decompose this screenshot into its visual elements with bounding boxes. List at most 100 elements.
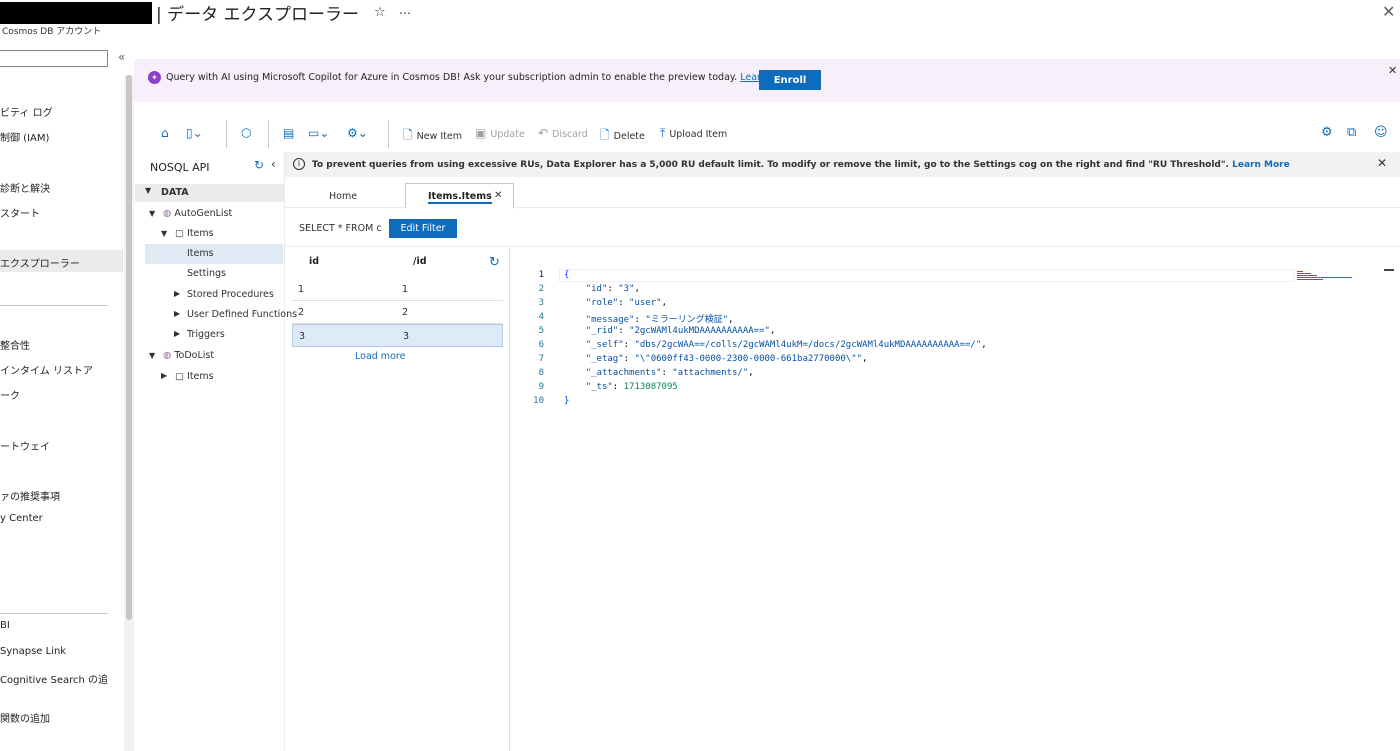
portal-nav-item[interactable]: Cognitive Search の追 xyxy=(0,671,108,686)
caret-right-icon[interactable]: ▶ xyxy=(174,289,180,298)
grid-editor-splitter[interactable] xyxy=(509,248,510,751)
nav-search-input[interactable] xyxy=(0,50,108,67)
banner-close-icon[interactable]: ✕ xyxy=(1388,64,1397,77)
tree-node-udfs[interactable]: User Defined Functions xyxy=(187,309,297,320)
new-item-label: New Item xyxy=(416,131,463,142)
caret-right-icon[interactable]: ▶ xyxy=(161,371,167,380)
portal-nav-item[interactable]: 制御 (IAM) xyxy=(0,129,49,144)
portal-nav-item[interactable]: ーク xyxy=(0,387,20,402)
tree-container-items[interactable]: ▢ Items xyxy=(175,228,214,239)
portal-nav-item[interactable]: 関数の追加 xyxy=(0,710,50,725)
data-section-header[interactable] xyxy=(135,184,284,202)
refresh-tree-icon[interactable]: ↻ xyxy=(254,158,264,172)
edit-filter-button[interactable]: Edit Filter xyxy=(389,219,457,238)
tree-database-autogenlist[interactable]: ◍ AutoGenList xyxy=(163,208,232,219)
code-line: "_attachments": "attachments/", xyxy=(585,368,754,378)
feedback-smile-icon[interactable]: ☺ xyxy=(1374,125,1388,140)
cell-partition: 3 xyxy=(403,331,410,342)
json-value: "2gcWAMl4ukMDAAAAAAAAAA==" xyxy=(629,326,770,336)
favorite-star-icon[interactable]: ☆ xyxy=(374,5,386,20)
code-line: } xyxy=(564,396,569,406)
tree-node-triggers[interactable]: Triggers xyxy=(187,329,225,340)
discard-button[interactable]: ↶ Discard xyxy=(538,126,588,140)
tab-close-icon[interactable]: ✕ xyxy=(494,190,502,201)
update-button[interactable]: ▣ Update xyxy=(475,126,525,140)
json-key: "_rid" xyxy=(585,326,619,336)
toolbar-separator xyxy=(226,120,227,148)
editor-minimap[interactable] xyxy=(1297,270,1353,282)
caret-down-icon[interactable]: ▼ xyxy=(145,186,151,195)
gears-icon: ⚙⌄ xyxy=(347,126,368,140)
portal-nav-item[interactable]: スタート xyxy=(0,205,40,220)
enroll-button[interactable]: Enroll xyxy=(759,70,821,90)
caret-down-icon[interactable]: ▼ xyxy=(149,209,155,218)
new-container-icon: ▯⌄ xyxy=(186,126,203,140)
open-full-screen-icon[interactable]: ⧉ xyxy=(1347,125,1356,140)
tab-items-label[interactable]: Items.Items xyxy=(428,191,492,204)
portal-nav-item[interactable]: BI xyxy=(0,620,10,631)
collapse-nav-icon[interactable]: « xyxy=(118,50,125,64)
refresh-documents-icon[interactable]: ↻ xyxy=(489,255,500,270)
json-key: "role" xyxy=(585,298,619,308)
table-row-selected[interactable]: 3 3 xyxy=(292,324,503,347)
more-options-icon[interactable]: … xyxy=(399,3,411,17)
code-line: "_etag": "\"0600ff43-0000-2300-0000-661b… xyxy=(585,354,868,364)
portal-nav-item[interactable]: 整合性 xyxy=(0,337,30,352)
portal-nav-item[interactable]: ートウェイ xyxy=(0,438,50,453)
discard-label: Discard xyxy=(552,129,588,140)
tree-container-items[interactable]: ▢ Items xyxy=(175,371,214,382)
update-label: Update xyxy=(490,129,525,140)
open-query-button[interactable]: ▤ xyxy=(283,126,298,140)
settings-gear-icon[interactable]: ⚙ xyxy=(1321,125,1333,140)
data-section-label: DATA xyxy=(161,187,189,198)
line-number: 8 xyxy=(538,368,544,378)
portal-nav-item[interactable]: Synapse Link xyxy=(0,646,66,657)
editor-scroll-indicator[interactable] xyxy=(1384,269,1394,271)
line-number: 5 xyxy=(538,326,544,336)
json-value: 1713087095 xyxy=(623,382,678,392)
caret-right-icon[interactable]: ▶ xyxy=(174,309,180,318)
cosmos-button[interactable]: ⬡ xyxy=(241,126,255,140)
json-key: "message" xyxy=(585,315,635,325)
nav-scrollbar-thumb[interactable] xyxy=(126,75,132,620)
info-close-icon[interactable]: ✕ xyxy=(1377,156,1387,170)
tree-node-settings[interactable]: Settings xyxy=(187,268,226,279)
grid-header-id[interactable]: id xyxy=(309,256,319,267)
tree-selected-highlight xyxy=(145,244,283,264)
caret-down-icon[interactable]: ▼ xyxy=(149,351,155,360)
table-row[interactable]: 2 2 xyxy=(292,301,503,324)
portal-nav-item[interactable]: ァの推奨事項 xyxy=(0,488,60,503)
tab-home[interactable]: Home xyxy=(329,191,357,202)
info-learn-more-link[interactable]: Learn More xyxy=(1232,160,1290,170)
tree-node-items[interactable]: Items xyxy=(187,248,214,259)
database-icon: ◍ xyxy=(163,350,172,361)
table-row[interactable]: 1 1 xyxy=(292,278,503,301)
settings-dropdown[interactable]: ⚙⌄ xyxy=(347,126,372,140)
load-more-link[interactable]: Load more xyxy=(355,351,405,362)
caret-down-icon[interactable]: ▼ xyxy=(161,229,167,238)
caret-right-icon[interactable]: ▶ xyxy=(174,329,180,338)
collapse-tree-icon[interactable]: ‹ xyxy=(271,157,276,171)
portal-nav-item[interactable]: ビティ ログ xyxy=(0,104,53,119)
portal-nav-item[interactable]: エクスプローラー xyxy=(0,255,80,270)
line-number: 1 xyxy=(538,270,544,280)
new-item-button[interactable]: 🗋 New Item xyxy=(403,126,462,147)
delete-button[interactable]: 🗋 Delete xyxy=(600,126,645,147)
upload-icon: ⤒ xyxy=(660,126,666,140)
tree-database-todolist[interactable]: ◍ ToDoList xyxy=(163,350,214,361)
json-brace: } xyxy=(564,396,570,406)
undo-icon: ↶ xyxy=(538,126,549,140)
portal-nav-item[interactable]: インタイム リストア xyxy=(0,362,93,377)
portal-nav-item[interactable]: 診断と解決 xyxy=(0,180,50,195)
query-text: SELECT * FROM c xyxy=(299,223,382,234)
json-key: "_ts" xyxy=(585,382,613,392)
close-blade-icon[interactable]: ✕ xyxy=(1382,2,1395,21)
new-container-dropdown[interactable]: ▯⌄ xyxy=(186,126,207,140)
grid-header-partition-key[interactable]: /id xyxy=(413,256,427,267)
portal-nav-item[interactable]: y Center xyxy=(0,513,43,524)
tree-node-stored-procedures[interactable]: Stored Procedures xyxy=(187,289,274,300)
new-sql-query-dropdown[interactable]: ▭⌄ xyxy=(308,126,333,140)
home-button[interactable]: ⌂ xyxy=(161,126,173,140)
code-line: "id": "3", xyxy=(585,284,640,294)
upload-item-button[interactable]: ⤒ Upload Item xyxy=(660,126,727,141)
